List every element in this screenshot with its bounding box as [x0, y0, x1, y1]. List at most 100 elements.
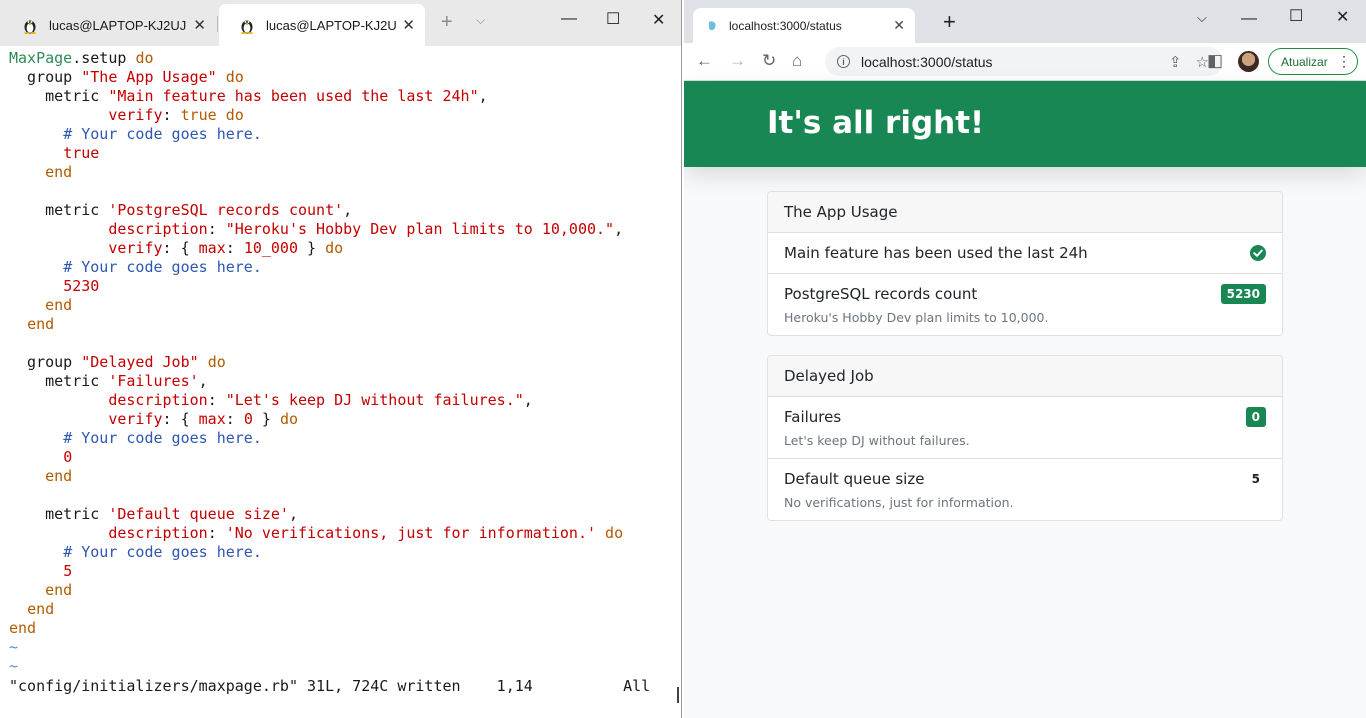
code-line: # Your code goes here.: [9, 258, 681, 277]
code-line: end: [9, 163, 681, 182]
browser-tab[interactable]: localhost:3000/status ✕: [693, 8, 915, 43]
code-token: # Your code goes here.: [63, 258, 262, 276]
browser-tab-strip: localhost:3000/status ✕ + ⌵ — ☐ ✕: [684, 0, 1366, 43]
code-line: group "The App Usage" do: [9, 68, 681, 87]
maximize-icon[interactable]: ☐: [1289, 6, 1303, 26]
metric-title: Failures: [784, 408, 842, 426]
code-token: ,: [343, 201, 353, 219]
site-info-icon[interactable]: i: [837, 55, 850, 68]
browser-toolbar: ← → ↻ ⌂ i localhost:3000/status ⇪ ☆ ◧ At…: [684, 43, 1366, 81]
home-icon[interactable]: ⌂: [792, 51, 802, 71]
update-button[interactable]: Atualizar ⋮: [1268, 48, 1358, 75]
code-line: 5230: [9, 277, 681, 296]
close-window-icon[interactable]: ✕: [1336, 7, 1349, 27]
code-token: "Heroku's Hobby Dev plan limits to 10,00…: [225, 220, 615, 238]
code-line: end: [9, 600, 681, 619]
terminal-tab-label: lucas@LAPTOP-KJ2UJKG7: [266, 17, 397, 33]
back-arrow-icon[interactable]: ←: [696, 51, 713, 71]
code-token: do: [225, 68, 244, 86]
code-token: ,: [614, 220, 624, 238]
close-icon[interactable]: ✕: [893, 17, 905, 34]
reload-icon[interactable]: ↻: [762, 51, 776, 71]
minimize-icon[interactable]: —: [561, 10, 577, 28]
code-line: description: "Let's keep DJ without fail…: [9, 391, 681, 410]
terminal-scrollbar[interactable]: [677, 687, 679, 703]
terminal-editor-content[interactable]: MaxPage.setup do group "The App Usage" d…: [9, 49, 681, 718]
chevron-down-icon[interactable]: ⌵: [1197, 10, 1207, 26]
code-token: ,: [198, 372, 208, 390]
close-window-icon[interactable]: ✕: [652, 10, 665, 30]
code-token: # Your code goes here.: [63, 429, 262, 447]
code-line: metric 'PostgreSQL records count',: [9, 201, 681, 220]
code-token: group: [9, 68, 82, 86]
code-token: : {: [162, 239, 199, 257]
code-line: ~: [9, 638, 681, 657]
terminal-window: lucas@LAPTOP-KJ2UJKG7 ✕ lucas@LAPTOP-KJ2…: [0, 0, 682, 718]
code-token: }: [252, 410, 280, 428]
address-bar[interactable]: i localhost:3000/status ⇪ ☆: [825, 47, 1223, 76]
code-line: metric 'Default queue size',: [9, 505, 681, 524]
code-token: do: [207, 353, 226, 371]
code-token: end: [27, 600, 55, 618]
side-panel-icon[interactable]: ◧: [1207, 51, 1223, 71]
code-line: description: 'No verifications, just for…: [9, 524, 681, 543]
code-token: max: [198, 410, 226, 428]
page-title: It's all right!: [767, 105, 985, 141]
code-token: ~: [9, 657, 19, 675]
browser-window: localhost:3000/status ✕ + ⌵ — ☐ ✕ ← → ↻ …: [684, 0, 1366, 718]
code-token: 5230: [63, 277, 100, 295]
code-token: do: [325, 239, 344, 257]
url-text[interactable]: localhost:3000/status: [861, 54, 1169, 70]
metric-description: Heroku's Hobby Dev plan limits to 10,000…: [784, 310, 1049, 325]
metric-group-card: Delayed Job Failures Let's keep DJ witho…: [767, 355, 1283, 521]
code-token: setup: [81, 49, 136, 67]
share-icon[interactable]: ⇪: [1169, 53, 1182, 71]
code-token: end: [9, 619, 37, 637]
code-token: :: [225, 410, 244, 428]
code-token: MaxPage: [9, 49, 73, 67]
vim-status-line: "config/initializers/maxpage.rb" 31L, 72…: [9, 677, 651, 695]
avatar[interactable]: [1238, 51, 1259, 72]
group-title: The App Usage: [768, 192, 1282, 233]
terminal-tab-1[interactable]: lucas@LAPTOP-KJ2UJKG7 ✕: [2, 4, 216, 46]
metric-title: Main feature has been used the last 24h: [784, 244, 1088, 262]
metric-item: Failures Let's keep DJ without failures.…: [768, 397, 1282, 459]
new-tab-plus-icon[interactable]: +: [943, 11, 956, 33]
terminal-tab-2[interactable]: lucas@LAPTOP-KJ2UJKG7 ✕: [219, 4, 425, 46]
code-token: 0: [63, 448, 73, 466]
code-token: group: [9, 353, 82, 371]
code-line: end: [9, 467, 681, 486]
code-token: ,: [523, 391, 533, 409]
chevron-down-icon[interactable]: ⌵: [476, 13, 485, 28]
group-title: Delayed Job: [768, 356, 1282, 397]
code-token: verify: [108, 410, 163, 428]
code-token: "The App Usage": [81, 68, 217, 86]
metric-title: Default queue size: [784, 470, 925, 488]
forward-arrow-icon[interactable]: →: [729, 51, 746, 71]
code-token: end: [45, 467, 73, 485]
code-token: verify: [108, 239, 163, 257]
code-line: MaxPage.setup do: [9, 49, 681, 68]
minimize-icon[interactable]: —: [1241, 10, 1257, 28]
close-icon[interactable]: ✕: [193, 16, 206, 34]
maximize-icon[interactable]: ☐: [606, 9, 620, 29]
code-token: : {: [162, 410, 199, 428]
code-line: end: [9, 315, 681, 334]
code-line: ~: [9, 657, 681, 676]
menu-dots-icon[interactable]: ⋮: [1337, 53, 1351, 70]
new-tab-plus-icon[interactable]: +: [441, 12, 453, 32]
code-token: ,: [478, 87, 488, 105]
code-token: max: [198, 239, 226, 257]
linux-penguin-icon: [241, 20, 253, 34]
close-icon[interactable]: ✕: [402, 16, 415, 34]
